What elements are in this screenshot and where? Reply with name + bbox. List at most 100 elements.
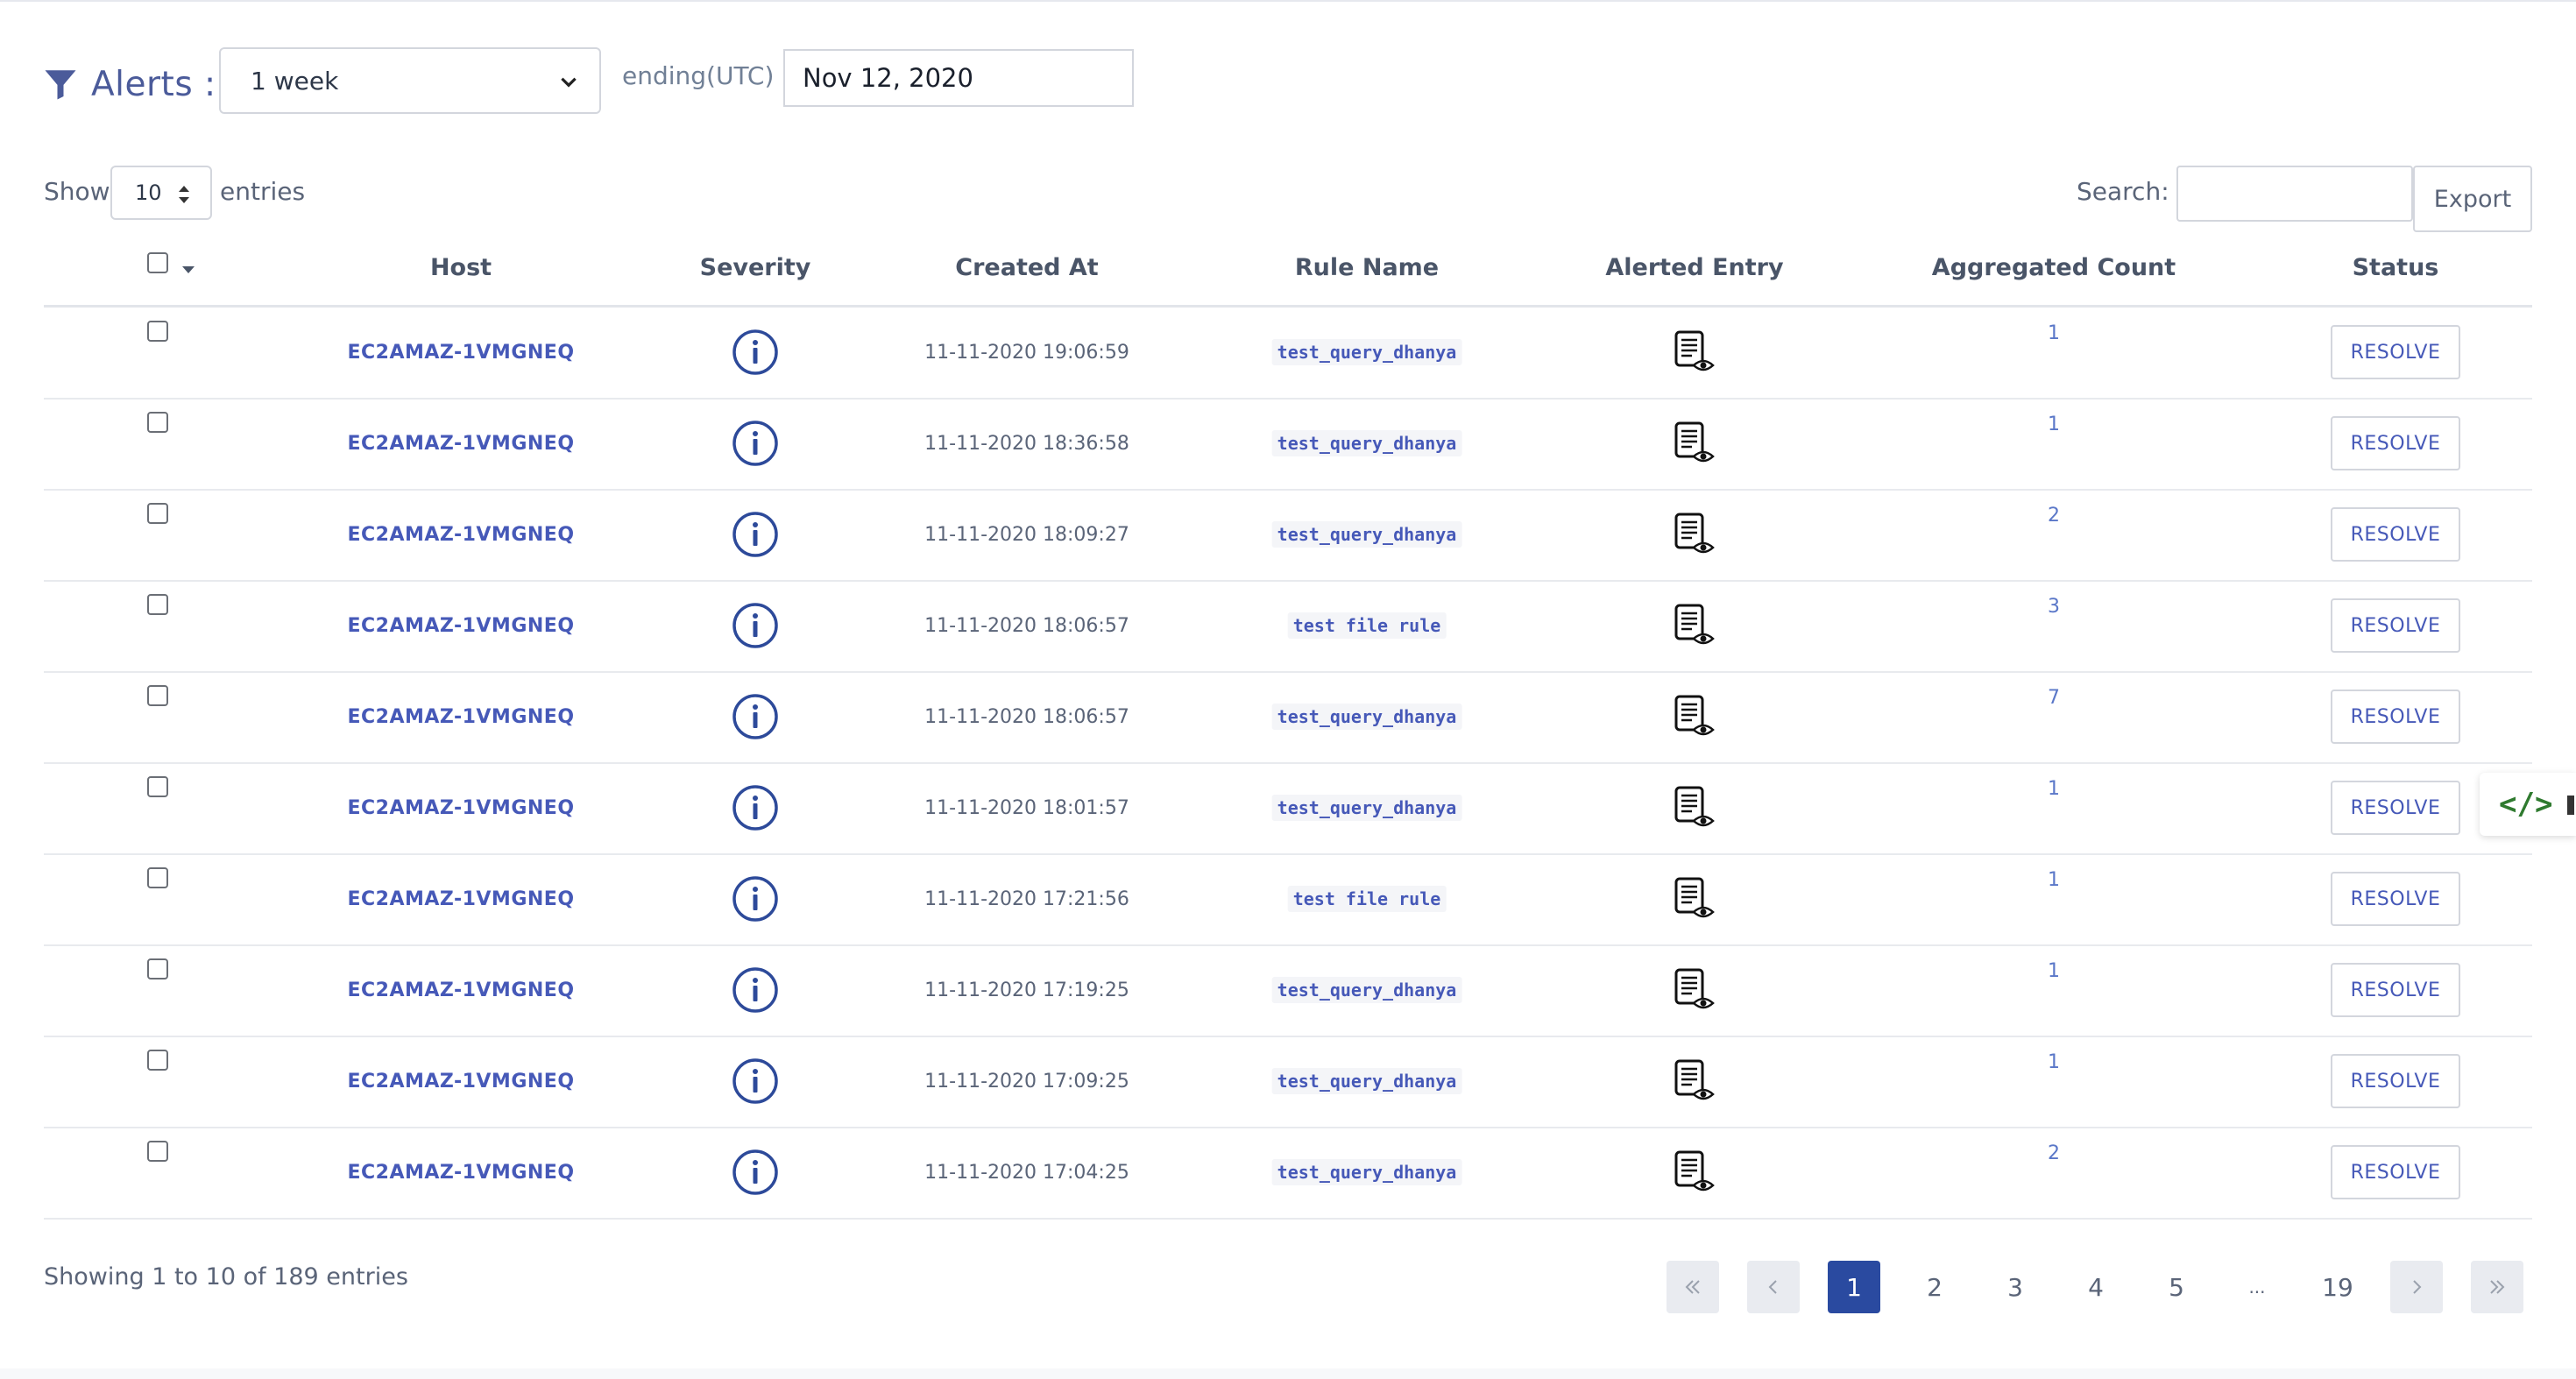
page-1-button[interactable]: 1 xyxy=(1828,1261,1880,1313)
view-document-icon[interactable] xyxy=(1673,421,1716,466)
info-icon[interactable] xyxy=(732,875,779,923)
host-link[interactable]: EC2AMAZ-1VMGNEQ xyxy=(347,1127,574,1218)
alerted-entry-cell xyxy=(1673,489,1716,580)
info-icon[interactable] xyxy=(732,966,779,1014)
row-checkbox[interactable] xyxy=(147,867,168,888)
row-checkbox[interactable] xyxy=(147,503,168,524)
next-page-button[interactable] xyxy=(2390,1261,2443,1313)
resolve-button[interactable]: RESOLVE xyxy=(2331,781,2460,835)
view-document-icon[interactable] xyxy=(1673,694,1716,739)
page-19-button[interactable]: 19 xyxy=(2311,1261,2364,1313)
row-checkbox[interactable] xyxy=(147,685,168,706)
row-checkbox[interactable] xyxy=(147,321,168,342)
resolve-button[interactable]: RESOLVE xyxy=(2331,690,2460,744)
page-5-button[interactable]: 5 xyxy=(2150,1261,2203,1313)
rule-name[interactable]: test_query_dhanya xyxy=(1271,339,1462,365)
row-checkbox[interactable] xyxy=(147,1050,168,1071)
info-icon[interactable] xyxy=(732,1057,779,1105)
host-link[interactable]: EC2AMAZ-1VMGNEQ xyxy=(347,489,574,580)
row-checkbox[interactable] xyxy=(147,594,168,615)
end-date-input[interactable]: Nov 12, 2020 xyxy=(783,49,1134,107)
developer-widget-tab[interactable]: </> xyxy=(2480,773,2576,836)
status-cell: RESOLVE xyxy=(2331,853,2460,944)
rule-name[interactable]: test_query_dhanya xyxy=(1271,1159,1462,1185)
rule-name[interactable]: test_query_dhanya xyxy=(1271,704,1462,730)
aggregated-count[interactable]: 1 xyxy=(2048,414,2060,435)
resolve-button[interactable]: RESOLVE xyxy=(2331,598,2460,653)
view-document-icon[interactable] xyxy=(1673,329,1716,375)
info-icon[interactable] xyxy=(732,511,779,558)
view-document-icon[interactable] xyxy=(1673,1058,1716,1104)
row-checkbox[interactable] xyxy=(147,1141,168,1162)
search-input[interactable] xyxy=(2176,166,2413,222)
aggregated-count[interactable]: 7 xyxy=(2048,687,2060,709)
rule-name[interactable]: test file rule xyxy=(1287,886,1447,912)
info-icon[interactable] xyxy=(732,329,779,376)
resolve-button[interactable]: RESOLVE xyxy=(2331,1054,2460,1108)
host-link[interactable]: EC2AMAZ-1VMGNEQ xyxy=(347,671,574,762)
resolve-button[interactable]: RESOLVE xyxy=(2331,416,2460,470)
page-4-button[interactable]: 4 xyxy=(2070,1261,2122,1313)
rule-name[interactable]: test_query_dhanya xyxy=(1271,1068,1462,1094)
view-document-icon[interactable] xyxy=(1673,1149,1716,1195)
info-icon[interactable] xyxy=(732,693,779,740)
view-document-icon[interactable] xyxy=(1673,512,1716,557)
aggregated-count[interactable]: 2 xyxy=(2048,1142,2060,1164)
row-checkbox[interactable] xyxy=(147,412,168,433)
aggregated-count[interactable]: 1 xyxy=(2048,322,2060,344)
rule-name[interactable]: test_query_dhanya xyxy=(1271,977,1462,1003)
rule-name[interactable]: test file rule xyxy=(1287,612,1447,639)
first-page-button[interactable] xyxy=(1667,1261,1719,1313)
info-icon[interactable] xyxy=(732,602,779,649)
page-3-button[interactable]: 3 xyxy=(1989,1261,2042,1313)
column-header-rule-name[interactable]: Rule Name xyxy=(1295,254,1439,281)
aggregated-count[interactable]: 2 xyxy=(2048,505,2060,527)
rule-name[interactable]: test_query_dhanya xyxy=(1271,521,1462,548)
resolve-button[interactable]: RESOLVE xyxy=(2331,507,2460,562)
column-header-severity[interactable]: Severity xyxy=(700,254,811,281)
host-link[interactable]: EC2AMAZ-1VMGNEQ xyxy=(347,853,574,944)
entries-per-page-select[interactable]: 10 xyxy=(110,166,212,220)
info-icon[interactable] xyxy=(732,1149,779,1196)
aggregated-count[interactable]: 1 xyxy=(2048,960,2060,982)
row-checkbox[interactable] xyxy=(147,776,168,797)
view-document-icon[interactable] xyxy=(1673,876,1716,922)
row-checkbox[interactable] xyxy=(147,958,168,979)
column-header-host[interactable]: Host xyxy=(430,254,492,281)
rule-name-cell: test_query_dhanya xyxy=(1271,762,1462,853)
table-row: EC2AMAZ-1VMGNEQ 11-11-2020 17:09:25 test_q… xyxy=(44,1036,2532,1128)
export-button[interactable]: Export xyxy=(2413,166,2532,232)
view-document-icon[interactable] xyxy=(1673,967,1716,1013)
bulk-actions-caret-icon[interactable] xyxy=(182,266,195,273)
resolve-button[interactable]: RESOLVE xyxy=(2331,325,2460,379)
host-link[interactable]: EC2AMAZ-1VMGNEQ xyxy=(347,580,574,671)
column-header-aggregated-count[interactable]: Aggregated Count xyxy=(1932,254,2176,281)
host-link[interactable]: EC2AMAZ-1VMGNEQ xyxy=(347,1036,574,1127)
previous-page-button[interactable] xyxy=(1747,1261,1800,1313)
page-2-button[interactable]: 2 xyxy=(1908,1261,1961,1313)
last-page-button[interactable] xyxy=(2471,1261,2523,1313)
column-header-created-at[interactable]: Created At xyxy=(955,254,1098,281)
column-header-alerted-entry[interactable]: Alerted Entry xyxy=(1605,254,1783,281)
resolve-button[interactable]: RESOLVE xyxy=(2331,1145,2460,1199)
time-range-select[interactable]: 1 week xyxy=(219,47,601,114)
view-document-icon[interactable] xyxy=(1673,603,1716,648)
aggregated-count[interactable]: 1 xyxy=(2048,778,2060,800)
aggregated-count[interactable]: 1 xyxy=(2048,869,2060,891)
info-icon[interactable] xyxy=(732,420,779,467)
column-header-status[interactable]: Status xyxy=(2353,254,2439,281)
aggregated-count[interactable]: 3 xyxy=(2048,596,2060,618)
rule-name[interactable]: test_query_dhanya xyxy=(1271,795,1462,821)
host-link[interactable]: EC2AMAZ-1VMGNEQ xyxy=(347,944,574,1036)
aggregated-count[interactable]: 1 xyxy=(2048,1051,2060,1073)
host-link[interactable]: EC2AMAZ-1VMGNEQ xyxy=(347,307,574,398)
rule-name[interactable]: test_query_dhanya xyxy=(1271,430,1462,456)
info-icon[interactable] xyxy=(732,784,779,831)
select-all-checkbox[interactable] xyxy=(147,252,168,273)
host-link[interactable]: EC2AMAZ-1VMGNEQ xyxy=(347,762,574,853)
view-document-icon[interactable] xyxy=(1673,785,1716,831)
host-link[interactable]: EC2AMAZ-1VMGNEQ xyxy=(347,398,574,489)
code-icon: </> xyxy=(2499,787,2553,822)
resolve-button[interactable]: RESOLVE xyxy=(2331,872,2460,926)
resolve-button[interactable]: RESOLVE xyxy=(2331,963,2460,1017)
